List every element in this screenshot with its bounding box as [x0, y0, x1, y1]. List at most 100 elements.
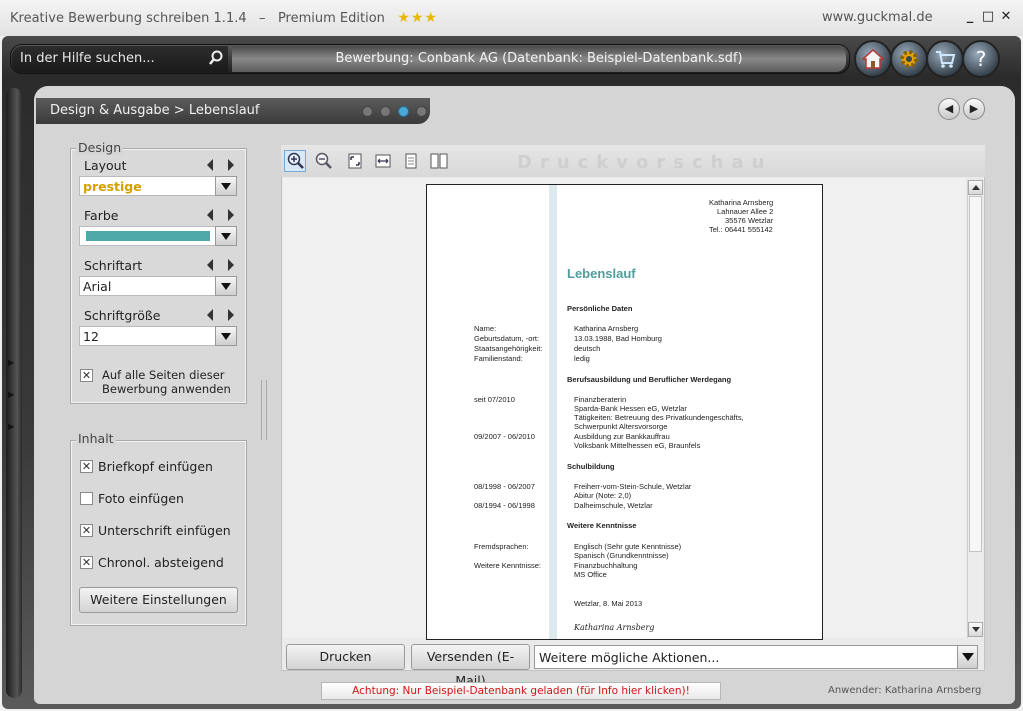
- field-label: Weitere Kenntnisse:: [474, 561, 541, 570]
- schriftgroesse-value: 12: [83, 329, 99, 344]
- schriftart-select[interactable]: Arial: [79, 276, 237, 296]
- user-label: Anwender: Katharina Arnsberg: [828, 685, 982, 696]
- more-settings-button[interactable]: Weitere Einstellungen: [79, 587, 238, 613]
- preview-title: Druckvorschau: [517, 152, 773, 173]
- chevron-down-icon[interactable]: [957, 646, 977, 668]
- field-label: Staatsangehörigkeit:: [474, 344, 543, 353]
- scroll-down-icon[interactable]: [968, 622, 983, 637]
- fit-width-icon[interactable]: [372, 150, 394, 172]
- schriftgroesse-next-icon[interactable]: [228, 309, 234, 321]
- help-icon[interactable]: ?: [962, 40, 1000, 78]
- entry-line: MS Office: [574, 570, 607, 579]
- apply-all-checkbox[interactable]: ✕: [80, 369, 93, 382]
- app-name: Kreative Bewerbung schreiben 1.1.4: [10, 11, 247, 26]
- farbe-select[interactable]: [79, 226, 237, 246]
- scroll-up-icon[interactable]: [968, 180, 983, 195]
- date-label: 08/1994 - 06/1998: [474, 501, 535, 510]
- chevron-down-icon[interactable]: [215, 176, 237, 196]
- minimize-button[interactable]: _: [962, 9, 978, 25]
- farbe-prev-icon[interactable]: [207, 209, 213, 221]
- chevron-down-icon[interactable]: [215, 226, 237, 246]
- expand-arrow-icon[interactable]: ▶: [8, 358, 14, 367]
- field-label: Geburtsdatum, -ort:: [474, 334, 540, 343]
- edition-label: Premium Edition: [277, 11, 385, 26]
- help-search-input[interactable]: In der Hilfe suchen...: [12, 46, 228, 72]
- search-icon[interactable]: [208, 50, 224, 66]
- layout-prev-icon[interactable]: [207, 159, 213, 171]
- briefkopf-checkbox[interactable]: ✕: [80, 460, 93, 473]
- page-accent-band: [549, 185, 557, 639]
- close-button[interactable]: ✕: [998, 9, 1014, 25]
- expand-arrow-icon[interactable]: ▶: [8, 422, 14, 431]
- farbe-label: Farbe: [84, 208, 119, 223]
- layout-next-icon[interactable]: [228, 159, 234, 171]
- entry-line: Volksbank Mittelhessen eG, Braunfels: [574, 441, 701, 450]
- entry-line: Schwerpunkt Altersvorsorge: [574, 422, 668, 431]
- step-dot-active[interactable]: [398, 106, 409, 117]
- preview-scrollbar[interactable]: [967, 180, 983, 638]
- next-page-button[interactable]: ▶: [963, 98, 985, 120]
- color-swatch: [86, 231, 210, 241]
- cart-icon[interactable]: [926, 40, 964, 78]
- section-heading: Schulbildung: [567, 462, 615, 471]
- schriftgroesse-select[interactable]: 12: [79, 326, 237, 346]
- maximize-button[interactable]: □: [980, 9, 996, 25]
- breadcrumb: Design & Ausgabe > Lebenslauf: [36, 98, 430, 124]
- expand-arrow-icon[interactable]: ▶: [8, 390, 14, 399]
- step-dot[interactable]: [362, 106, 373, 117]
- window-title: Kreative Bewerbung schreiben 1.1.4 – Pre…: [10, 10, 438, 26]
- title-separator: –: [259, 11, 266, 26]
- settings-icon[interactable]: [890, 40, 928, 78]
- scroll-thumb[interactable]: [969, 196, 982, 552]
- resume-heading: Lebenslauf: [567, 266, 636, 281]
- prev-page-button[interactable]: ◀: [938, 98, 960, 120]
- schriftart-label: Schriftart: [84, 258, 143, 273]
- apply-all-label: Auf alle Seiten dieser: [102, 368, 225, 382]
- print-button[interactable]: Drucken: [286, 644, 405, 670]
- design-legend: Design: [76, 140, 124, 155]
- field-label: Fremdsprachen:: [474, 542, 529, 551]
- fit-page-icon[interactable]: [344, 150, 366, 172]
- farbe-next-icon[interactable]: [228, 209, 234, 221]
- panel-splitter[interactable]: [261, 380, 267, 440]
- entry-line: Abitur (Note: 2,0): [574, 491, 632, 500]
- chevron-down-icon[interactable]: [215, 326, 237, 346]
- single-page-icon[interactable]: [400, 150, 422, 172]
- inhalt-legend: Inhalt: [76, 431, 116, 446]
- date-label: 08/1998 - 06/2007: [474, 482, 535, 491]
- schriftart-prev-icon[interactable]: [207, 259, 213, 271]
- star-rating-icon: ★★★: [397, 10, 438, 26]
- schriftart-value: Arial: [83, 279, 112, 294]
- apply-all-label-2: Bewerbung anwenden: [102, 382, 231, 396]
- resume-page: Katharina Arnsberg Lahnauer Allee 2 3557…: [426, 184, 823, 640]
- section-heading: Berufsausbildung und Beruflicher Werdega…: [567, 375, 732, 384]
- website-label: www.guckmal.de: [822, 10, 933, 25]
- zoom-in-icon[interactable]: [284, 150, 306, 172]
- more-actions-value: Weitere mögliche Aktionen...: [539, 650, 720, 665]
- entry-line: Dalheimschule, Wetzlar: [574, 501, 653, 510]
- side-collapse-strip[interactable]: ▶ ▶ ▶: [6, 88, 22, 698]
- entry-line: Spanisch (Grundkenntnisse): [574, 551, 669, 560]
- date-label: seit 07/2010: [474, 395, 515, 404]
- chevron-down-icon[interactable]: [215, 276, 237, 296]
- schriftart-next-icon[interactable]: [228, 259, 234, 271]
- window-title-bar: Kreative Bewerbung schreiben 1.1.4 – Pre…: [0, 0, 1023, 36]
- layout-select[interactable]: prestige: [79, 176, 237, 196]
- field-label: Name:: [474, 324, 497, 333]
- send-email-button[interactable]: Versenden (E-Mail): [411, 644, 530, 688]
- chronol-checkbox[interactable]: ✕: [80, 556, 93, 569]
- layout-value: prestige: [83, 179, 142, 194]
- step-dot[interactable]: [416, 106, 427, 117]
- two-page-icon[interactable]: [428, 150, 450, 172]
- database-warning-button[interactable]: Achtung: Nur Beispiel-Datenbank geladen …: [321, 682, 721, 700]
- foto-checkbox[interactable]: [80, 492, 93, 505]
- step-dot[interactable]: [380, 106, 391, 117]
- zoom-out-icon[interactable]: [312, 150, 334, 172]
- breadcrumb-text: Design & Ausgabe > Lebenslauf: [50, 103, 260, 118]
- schriftgroesse-prev-icon[interactable]: [207, 309, 213, 321]
- signature: Katharina Arnsberg: [574, 623, 655, 632]
- chronol-label: Chronol. absteigend: [98, 555, 224, 570]
- unterschrift-checkbox[interactable]: ✕: [80, 524, 93, 537]
- more-actions-select[interactable]: Weitere mögliche Aktionen...: [534, 645, 978, 669]
- home-icon[interactable]: [854, 40, 892, 78]
